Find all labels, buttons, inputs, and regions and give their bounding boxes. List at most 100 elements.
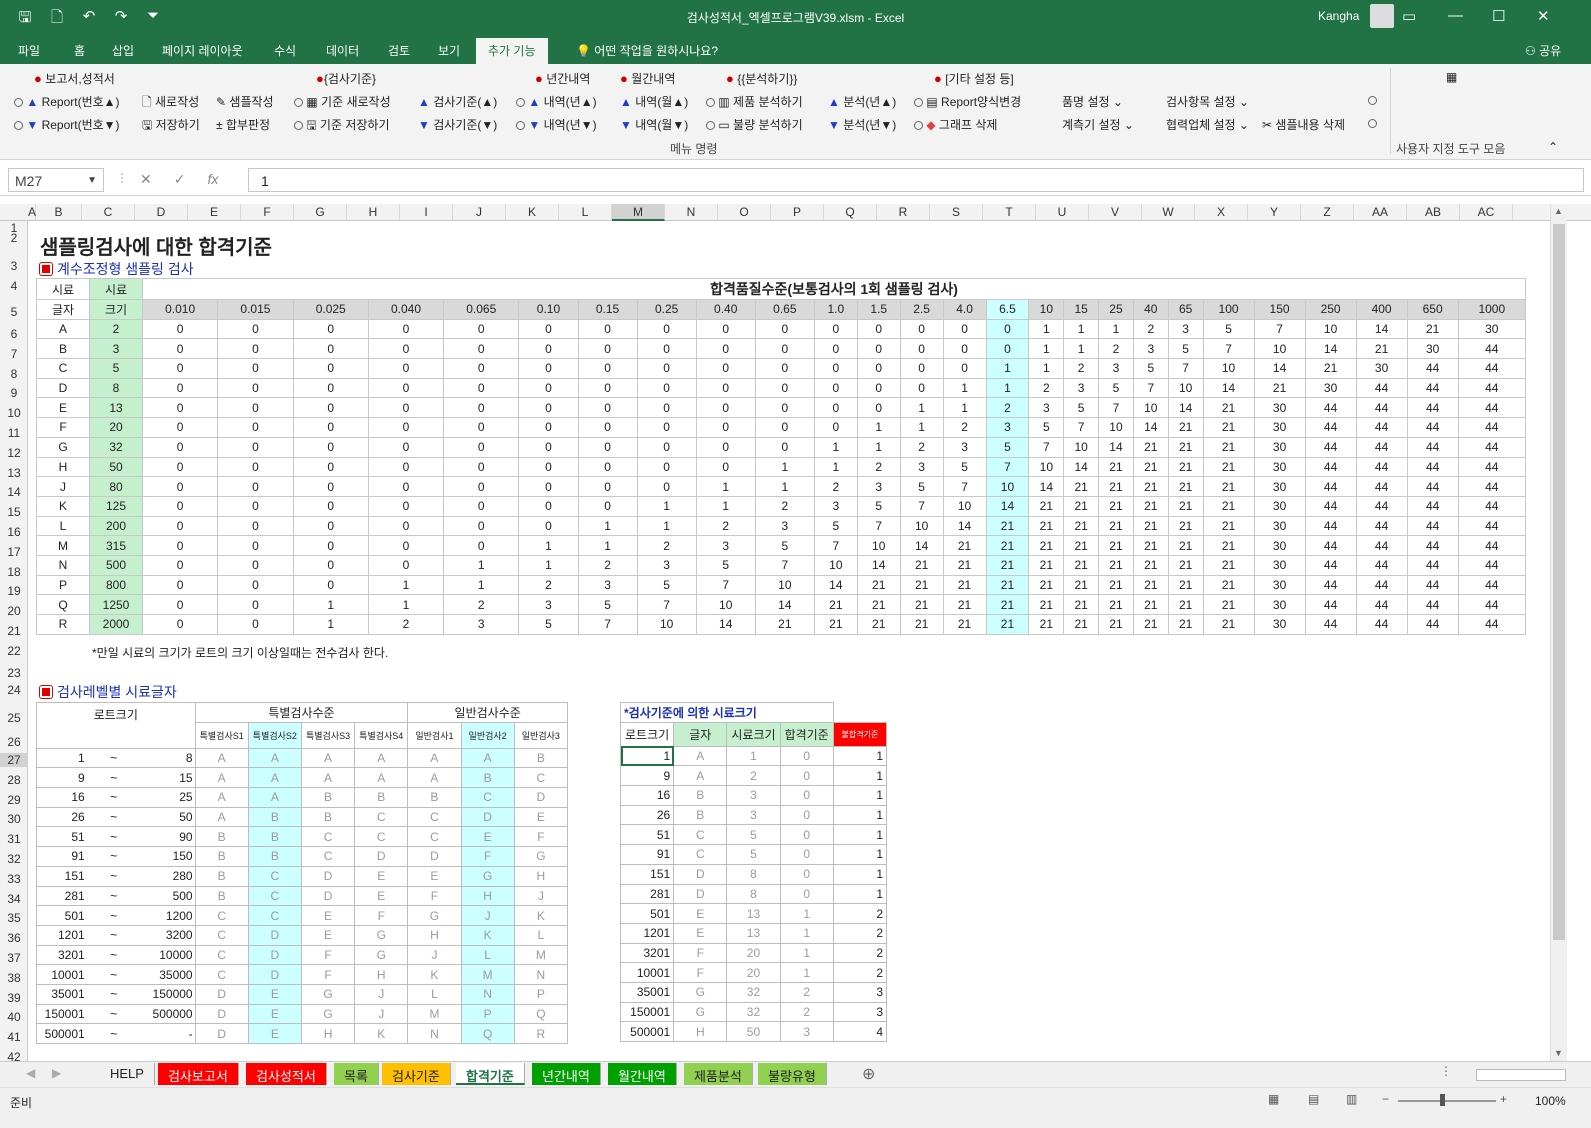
table-cell[interactable]: 0	[217, 456, 294, 478]
table-cell[interactable]: 0	[985, 318, 1030, 340]
pass-fail-button[interactable]: ± 합부판정	[216, 116, 270, 133]
table-cell[interactable]: 1	[832, 824, 888, 846]
table-cell[interactable]: 20	[89, 417, 143, 438]
table-cell[interactable]: 21	[985, 574, 1030, 596]
table-cell[interactable]: 44	[1457, 377, 1527, 399]
table-cell[interactable]: 21	[754, 614, 815, 635]
table-cell[interactable]: G	[460, 865, 515, 887]
table-cell[interactable]: 0	[754, 397, 815, 419]
table-cell[interactable]: 44	[1406, 358, 1459, 379]
tab-view[interactable]: 보기	[438, 42, 460, 59]
table-cell[interactable]: 0	[518, 436, 579, 458]
table-cell[interactable]: 44	[1406, 574, 1459, 596]
table-cell[interactable]: 32	[726, 981, 781, 1003]
table-cell[interactable]: 35000	[136, 964, 196, 985]
table-cell[interactable]: 0	[856, 338, 901, 360]
table-cell[interactable]: 151	[619, 863, 675, 885]
table-cell[interactable]: 0	[518, 515, 579, 537]
table-cell[interactable]: 0	[367, 338, 445, 360]
table-cell[interactable]: 1	[636, 515, 697, 537]
table-cell[interactable]: 0	[899, 318, 944, 340]
table-cell[interactable]: J	[36, 476, 90, 497]
table-cell[interactable]: 0	[985, 338, 1030, 360]
table-cell[interactable]: A	[247, 787, 302, 808]
table-cell[interactable]: 0	[443, 495, 520, 517]
table-cell[interactable]: 10000	[136, 944, 196, 966]
table-cell[interactable]: E	[247, 1023, 302, 1044]
table-cell[interactable]: 0	[636, 417, 697, 438]
table-cell[interactable]: 1	[292, 594, 369, 615]
table-cell[interactable]: F	[513, 826, 569, 848]
report-up-button[interactable]: ▲ Report(번호▲)	[14, 93, 120, 110]
user-name[interactable]: Kangha	[1318, 9, 1359, 23]
table-cell[interactable]: 0	[292, 377, 369, 399]
table-cell[interactable]: B	[247, 826, 302, 848]
table-cell[interactable]: ~	[90, 787, 137, 808]
column-header[interactable]: P	[771, 204, 824, 221]
table-cell[interactable]: L	[407, 983, 462, 1005]
restore-icon[interactable]: ▭	[1402, 7, 1416, 25]
table-cell[interactable]: 0	[518, 318, 579, 340]
table-cell[interactable]: 21	[942, 574, 987, 596]
table-cell[interactable]: E	[36, 397, 90, 419]
table-cell[interactable]: B	[194, 885, 249, 907]
table-cell[interactable]: 14	[754, 594, 815, 615]
table-cell[interactable]: 0	[217, 515, 294, 537]
row-header[interactable]: 2	[0, 231, 28, 245]
sheet-tab[interactable]: 불량유형	[758, 1063, 827, 1085]
normal-view-icon[interactable]: ▦	[1268, 1092, 1279, 1106]
table-cell[interactable]: 44	[1406, 456, 1459, 478]
row-header[interactable]: 27	[0, 753, 28, 767]
table-cell[interactable]: 44	[1406, 594, 1459, 615]
table-cell[interactable]: 2	[636, 535, 697, 556]
table-cell[interactable]: 2	[89, 318, 143, 340]
row-header[interactable]: 39	[0, 991, 28, 1005]
table-cell[interactable]: 0	[695, 377, 756, 399]
table-cell[interactable]: 14	[942, 515, 987, 537]
table-cell[interactable]: 3	[726, 785, 781, 806]
table-cell[interactable]: 44	[1304, 417, 1357, 438]
table-cell[interactable]: A	[673, 745, 728, 767]
table-cell[interactable]: 21	[1304, 358, 1357, 379]
table-cell[interactable]: 5	[89, 358, 143, 379]
row-header[interactable]: 11	[0, 426, 28, 440]
table-cell[interactable]: F	[300, 964, 356, 985]
table-cell[interactable]: 10001	[35, 964, 91, 985]
table-cell[interactable]: 5	[695, 554, 756, 576]
table-cell[interactable]: 21	[985, 594, 1030, 615]
table-cell[interactable]: 500001	[619, 1021, 675, 1042]
table-cell[interactable]: D	[194, 983, 249, 1005]
table-cell[interactable]: D	[407, 846, 462, 867]
table-cell[interactable]: 13	[726, 922, 781, 944]
table-cell[interactable]: C	[460, 787, 515, 808]
table-cell[interactable]: 44	[1457, 554, 1527, 576]
table-cell[interactable]: 1	[518, 554, 579, 576]
sheet-tab[interactable]: 검사성적서	[246, 1063, 327, 1085]
table-cell[interactable]: C	[513, 767, 569, 789]
table-cell[interactable]: 0	[636, 338, 697, 360]
table-cell[interactable]: 2	[577, 554, 638, 576]
standard-new-button[interactable]: ▦ 기준 새로작성	[294, 93, 391, 110]
report-down-button[interactable]: ▼ Report(번호▼)	[14, 116, 120, 133]
table-cell[interactable]: 44	[1406, 554, 1459, 576]
table-cell[interactable]: 0	[141, 495, 219, 517]
table-cell[interactable]: 0	[518, 377, 579, 399]
yearly-up-button[interactable]: ▲ 내역(년▲)	[516, 93, 597, 110]
table-cell[interactable]: 0	[577, 417, 638, 438]
sheet-tab[interactable]: 검사기준	[382, 1063, 451, 1085]
table-cell[interactable]: C	[194, 964, 249, 985]
table-cell[interactable]: 0	[217, 574, 294, 596]
table-cell[interactable]: 0	[779, 844, 834, 865]
column-header[interactable]: N	[665, 204, 718, 221]
table-cell[interactable]: K	[36, 495, 90, 517]
table-cell[interactable]: 5	[1132, 358, 1169, 379]
table-cell[interactable]: 0	[217, 318, 294, 340]
table-cell[interactable]: 21	[856, 574, 901, 596]
table-cell[interactable]: 3	[899, 456, 944, 478]
table-cell[interactable]: 5	[518, 614, 579, 635]
table-cell[interactable]: D	[300, 885, 356, 907]
table-cell[interactable]: ~	[90, 865, 137, 887]
table-cell[interactable]: 0	[942, 338, 987, 360]
table-cell[interactable]: 5	[726, 844, 781, 865]
table-cell[interactable]: ~	[90, 747, 137, 769]
